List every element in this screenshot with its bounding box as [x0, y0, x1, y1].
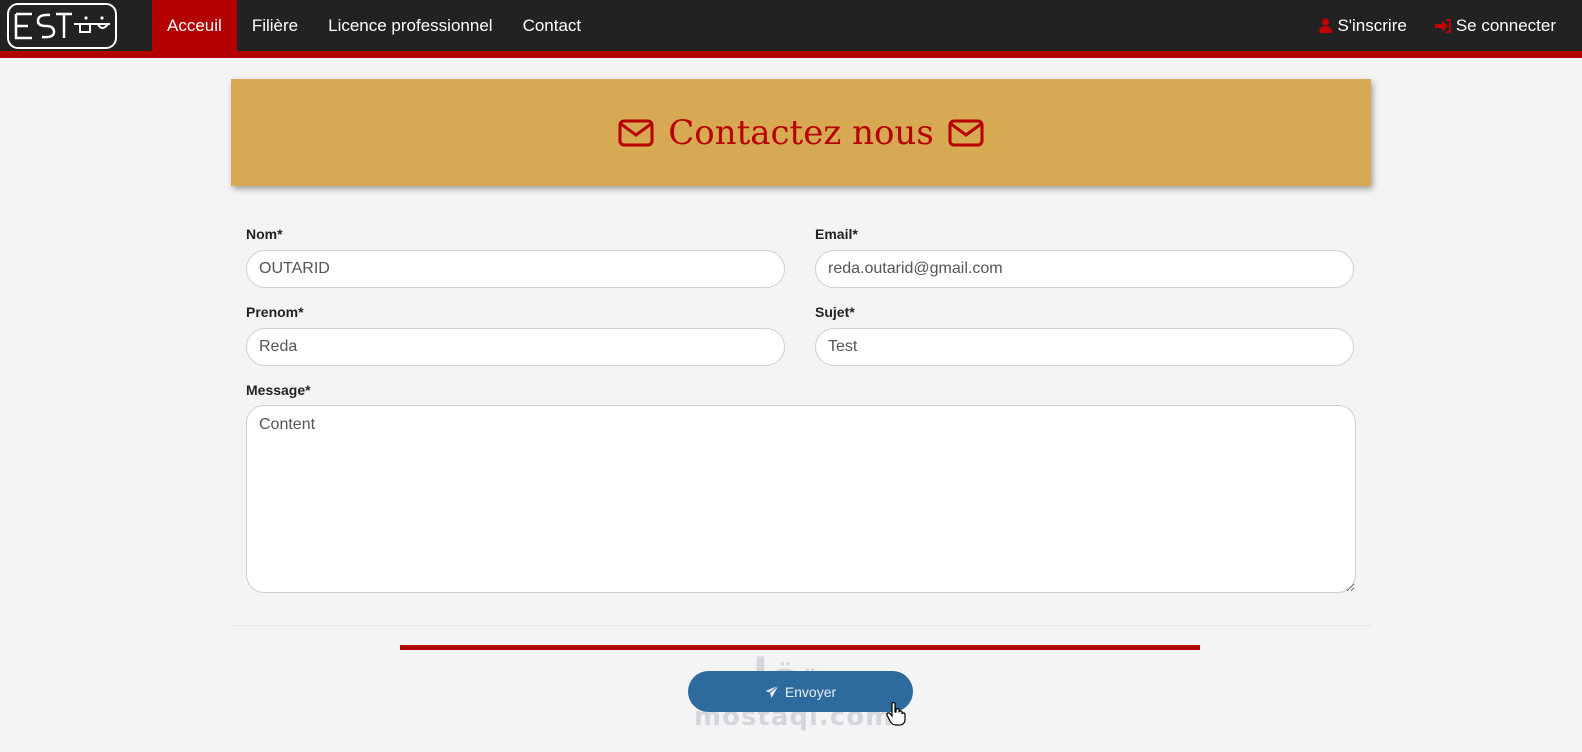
paper-plane-icon	[765, 684, 779, 698]
prenom-label: Prenom*	[246, 304, 304, 320]
login-label: Se connecter	[1455, 16, 1556, 35]
sujet-field[interactable]	[815, 328, 1354, 366]
email-label: Email*	[815, 226, 858, 242]
nav-filiere[interactable]: Filière	[237, 0, 313, 51]
contact-header: Contactez nous	[231, 79, 1371, 186]
sujet-label: Sujet*	[815, 304, 855, 320]
nav-contact[interactable]: Contact	[508, 0, 597, 51]
send-button-label: Envoyer	[784, 683, 837, 700]
nav-licence-professionnel[interactable]: Licence professionnel	[313, 0, 507, 51]
user-icon	[1319, 18, 1333, 33]
hand-cursor-icon	[886, 702, 906, 726]
nav-acceuil[interactable]: Acceuil	[152, 0, 237, 51]
register-link[interactable]: S'inscrire	[1305, 0, 1420, 51]
nom-label: Nom*	[246, 226, 283, 242]
divider	[231, 625, 1371, 626]
top-navbar: Acceuil Filière Licence professionnel Co…	[0, 0, 1582, 58]
nom-field[interactable]	[246, 250, 785, 288]
prenom-field[interactable]	[246, 328, 785, 366]
brand-logo[interactable]	[6, 2, 118, 50]
send-button[interactable]: Envoyer	[688, 671, 913, 712]
envelope-icon	[948, 119, 984, 146]
page-title: Contactez nous	[668, 112, 934, 153]
sign-in-icon	[1434, 18, 1451, 33]
envelope-icon	[618, 119, 654, 146]
register-label: S'inscrire	[1337, 16, 1407, 35]
email-field[interactable]	[815, 250, 1354, 288]
message-label: Message*	[246, 382, 311, 398]
accent-divider	[400, 645, 1200, 650]
page-title-wrap: Contactez nous	[618, 113, 984, 153]
login-link[interactable]: Se connecter	[1421, 0, 1570, 51]
message-textarea[interactable]: Content	[246, 405, 1356, 593]
